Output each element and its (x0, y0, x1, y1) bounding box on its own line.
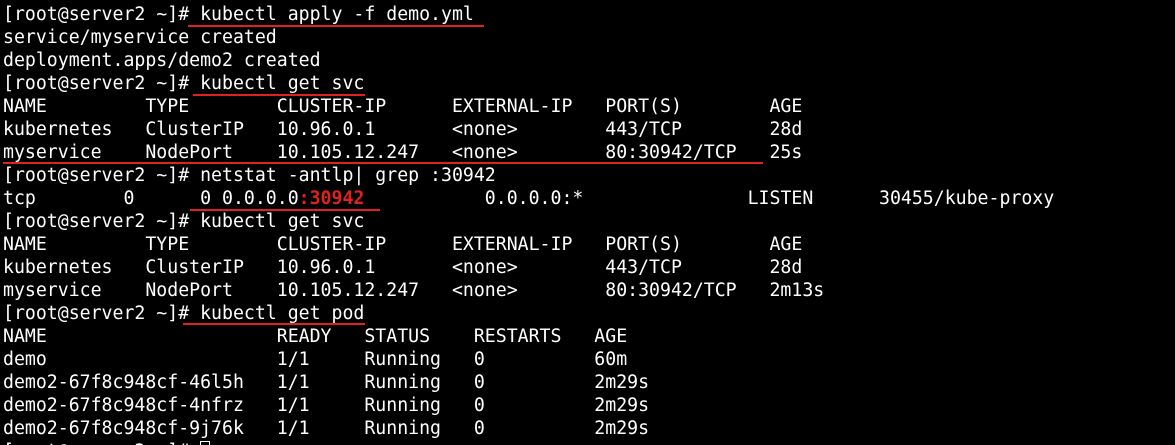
netstat-suffix: 0.0.0.0:* LISTEN 30455/kube-proxy (364, 188, 1055, 209)
output-line: deployment.apps/demo2 created (3, 50, 321, 71)
command-text: kubectl get svc (189, 211, 365, 232)
command-text: kubectl get pod (189, 303, 365, 324)
shell-prompt: [root@server2 ~]# (3, 441, 189, 445)
table-header: NAME READY STATUS RESTARTS AGE (3, 326, 628, 347)
terminal-window[interactable]: [root@server2 ~]# kubectl apply -f demo.… (0, 0, 1175, 445)
output-line: tcp 0 0 0.0.0.0:30942 0.0.0.0:* LISTEN 3… (3, 187, 1054, 210)
shell-prompt: [root@server2 ~]# (3, 4, 190, 25)
output-line: service/myservice created (3, 27, 277, 48)
table-row: kubernetes ClusterIP 10.96.0.1 <none> 44… (3, 119, 803, 140)
table-row: demo 1/1 Running 0 60m (3, 349, 628, 370)
table-header: NAME TYPE CLUSTER-IP EXTERNAL-IP PORT(S)… (3, 96, 803, 117)
command-line-current[interactable]: [root@server2 ~]# (3, 440, 211, 445)
command-text: kubectl apply -f demo.yml (189, 4, 474, 25)
table-row: demo2-67f8c948cf-4nfrz 1/1 Running 0 2m2… (3, 395, 650, 416)
table-row: myservice NodePort 10.105.12.247 <none> … (3, 142, 803, 163)
table-row: demo2-67f8c948cf-9j76k 1/1 Running 0 2m2… (3, 418, 650, 439)
table-row: demo2-67f8c948cf-46l5h 1/1 Running 0 2m2… (3, 372, 650, 393)
shell-prompt: [root@server2 ~]# (3, 211, 190, 232)
netstat-prefix: tcp 0 0 0.0.0.0 (3, 188, 299, 209)
table-header: NAME TYPE CLUSTER-IP EXTERNAL-IP PORT(S)… (3, 234, 803, 255)
command-line-apply: [root@server2 ~]# kubectl apply -f demo.… (3, 3, 474, 26)
shell-prompt: [root@server2 ~]# (3, 303, 190, 324)
command-line-get-pod: [root@server2 ~]# kubectl get pod (3, 302, 364, 325)
shell-prompt: [root@server2 ~]# (3, 73, 190, 94)
command-line-netstat: [root@server2 ~]# netstat -antlp| grep :… (3, 164, 496, 187)
command-text: kubectl get svc (189, 73, 365, 94)
table-row: myservice NodePort 10.105.12.247 <none> … (3, 280, 825, 301)
shell-prompt: [root@server2 ~]# (3, 165, 190, 186)
command-line-get-svc: [root@server2 ~]# kubectl get svc (3, 72, 364, 95)
command-text: netstat -antlp| grep :30942 (189, 165, 496, 186)
text-cursor (200, 441, 211, 445)
table-row: kubernetes ClusterIP 10.96.0.1 <none> 44… (3, 257, 803, 278)
command-line-get-svc: [root@server2 ~]# kubectl get svc (3, 210, 364, 233)
highlighted-port: :30942 (298, 188, 365, 209)
